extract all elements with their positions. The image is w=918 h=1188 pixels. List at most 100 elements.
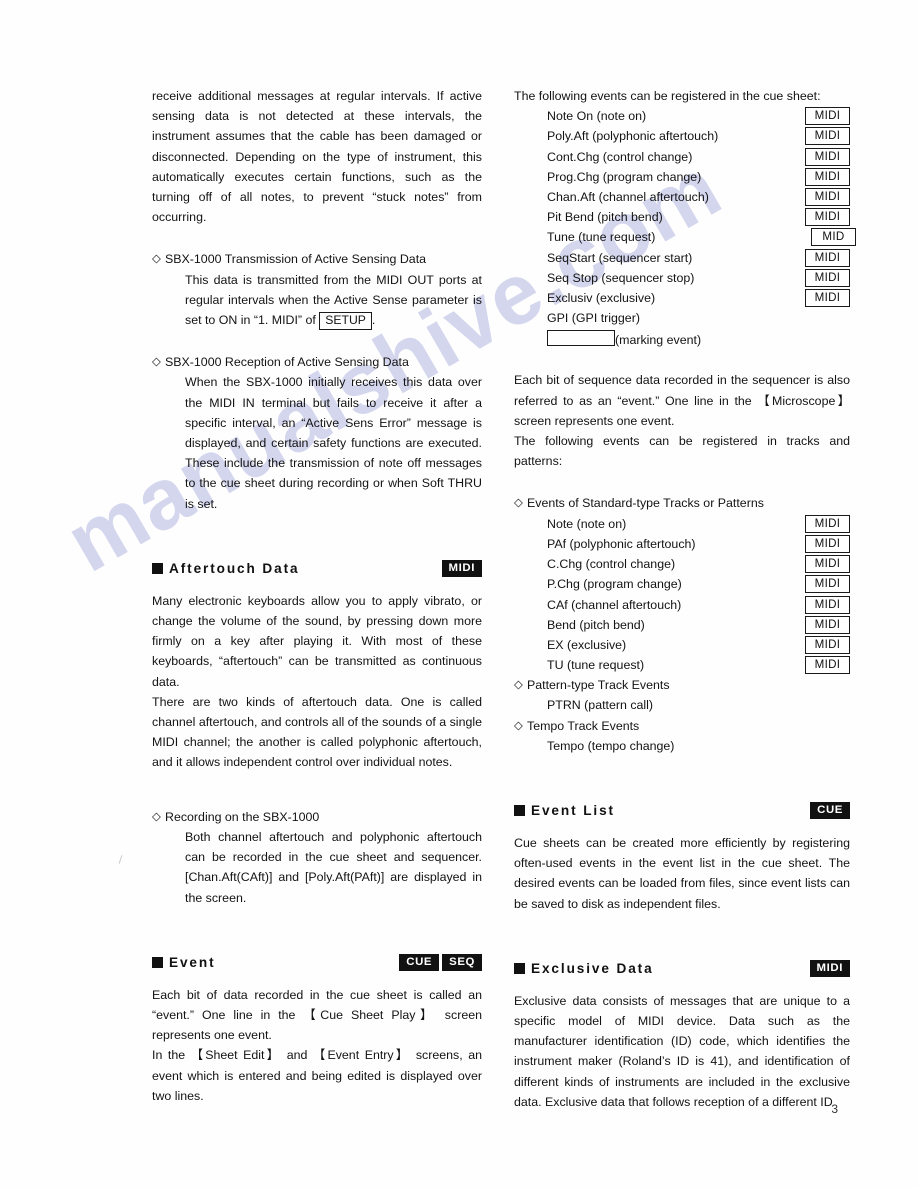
sequencer-paragraph-2: The following events can be registered i… xyxy=(514,434,850,469)
midi-badge: MIDI xyxy=(805,595,850,614)
standard-track-heading-label: Events of Standard-type Tracks or Patter… xyxy=(527,496,764,511)
event-list-item: Seq Stop (sequencer stop) MIDI xyxy=(514,268,850,288)
event-section-heading: Event CUE SEQ xyxy=(152,953,482,972)
track-event-item: Note (note on) MIDI xyxy=(514,514,850,534)
square-bullet-icon xyxy=(152,562,163,574)
event-label: GPI (GPI trigger) xyxy=(547,311,640,326)
empty-input-box[interactable] xyxy=(547,329,615,346)
event-list-item: SeqStart (sequencer start) MIDI xyxy=(514,248,850,268)
exclusive-data-section-heading: Exclusive Data MIDI xyxy=(514,959,850,978)
event-badge-slot: MIDI xyxy=(805,534,850,553)
transmission-body-block: This data is transmitted from the MIDI O… xyxy=(185,270,482,331)
diamond-bullet-icon: ◇ xyxy=(514,497,523,510)
event-label: PAf (polyphonic aftertouch) xyxy=(547,536,696,551)
event-label: TU (tune request) xyxy=(547,658,645,673)
aftertouch-paragraph-1: Many electronic keyboards allow you to a… xyxy=(152,593,482,689)
event-label: Bend (pitch bend) xyxy=(547,617,645,632)
cue-sheet-intro: The following events can be registered i… xyxy=(514,89,821,103)
event-badge-slot: MIDI xyxy=(805,656,850,675)
scan-artifact xyxy=(118,855,123,864)
midi-badge: MIDI xyxy=(809,959,850,977)
event-badge-slot: MIDI xyxy=(805,555,850,574)
event-badge-slot: MIDI xyxy=(805,107,850,126)
midi-badge: MIDI xyxy=(805,635,850,654)
midi-badge: MIDI xyxy=(805,268,850,287)
event-badge-slot: MIDI xyxy=(805,248,850,267)
midi-badge: MIDI xyxy=(805,127,850,146)
midi-badge: MIDI xyxy=(805,288,850,307)
transmission-subheading: ◇ SBX-1000 Transmission of Active Sensing… xyxy=(152,249,482,269)
marking-event-text: (marking event) xyxy=(615,332,702,347)
event-badge-slot: MID xyxy=(811,228,856,247)
exclusive-data-section-title: Exclusive Data xyxy=(531,960,654,976)
event-badge-slot: MIDI xyxy=(805,208,850,227)
midi-badge: MIDI xyxy=(805,534,850,553)
track-event-item: CAf (channel aftertouch) MIDI xyxy=(514,594,850,614)
event-paragraph-2: In the 【Sheet Edit】 and 【Event Entry】 sc… xyxy=(152,1048,482,1103)
event-list-item: Tune (tune request) MID xyxy=(514,227,856,247)
tempo-track-heading: ◇ Tempo Track Events xyxy=(514,716,850,736)
event-list-badge-group: CUE xyxy=(810,801,850,819)
diamond-bullet-icon: ◇ xyxy=(152,253,161,266)
standard-track-heading: ◇ Events of Standard-type Tracks or Patte… xyxy=(514,493,850,513)
midi-badge: MIDI xyxy=(805,575,850,594)
page-number: 3 xyxy=(831,1102,838,1116)
event-list-item: Chan.Aft (channel aftertouch) MIDI xyxy=(514,187,850,207)
event-label: CAf (channel aftertouch) xyxy=(547,597,682,612)
setup-boxed-keyword: SETUP xyxy=(319,312,372,331)
event-label: Prog.Chg (program change) xyxy=(547,169,702,184)
track-event-item: Bend (pitch bend) MIDI xyxy=(514,615,850,635)
recording-subheading: ◇ Recording on the SBX-1000 xyxy=(152,807,482,827)
midi-badge: MIDI xyxy=(805,167,850,186)
exclusive-data-badge-group: MIDI xyxy=(809,959,850,977)
right-text-column: The following events can be registered i… xyxy=(514,86,856,1112)
aftertouch-section-title: Aftertouch Data xyxy=(169,560,300,576)
event-label: C.Chg (control change) xyxy=(547,557,676,572)
midi-badge: MIDI xyxy=(805,615,850,634)
event-list-section-title: Event List xyxy=(531,802,615,818)
event-list-item: Prog.Chg (program change) MIDI xyxy=(514,167,850,187)
event-label: Chan.Aft (channel aftertouch) xyxy=(547,190,709,205)
event-label: Exclusiv (exclusive) xyxy=(547,290,656,305)
pattern-track-heading-label: Pattern-type Track Events xyxy=(527,678,670,693)
event-title-wrap: Event xyxy=(152,955,216,970)
pattern-track-item: PTRN (pattern call) xyxy=(547,698,654,713)
reception-body: When the SBX-1000 initially receives thi… xyxy=(185,375,482,511)
event-badge-slot: MIDI xyxy=(805,615,850,634)
event-list-item: Pit Bend (pitch bend) MIDI xyxy=(514,207,850,227)
event-badge-slot: MIDI xyxy=(805,514,850,533)
midi-badge: MIDI xyxy=(805,656,850,675)
event-label: Pit Bend (pitch bend) xyxy=(547,210,663,225)
aftertouch-badge-group: MIDI xyxy=(441,559,482,577)
event-badge-slot: MIDI xyxy=(805,167,850,186)
track-event-item: PAf (polyphonic aftertouch) MIDI xyxy=(514,534,850,554)
event-list-item: Poly.Aft (polyphonic aftertouch) MIDI xyxy=(514,126,850,146)
event-list-item: Cont.Chg (control change) MIDI xyxy=(514,147,850,167)
event-list-section-heading: Event List CUE xyxy=(514,801,850,820)
tempo-track-heading-label: Tempo Track Events xyxy=(527,718,640,733)
event-list-item: Note On (note on) MIDI xyxy=(514,106,850,126)
tempo-track-item: Tempo (tempo change) xyxy=(547,738,675,753)
event-label: Poly.Aft (polyphonic aftertouch) xyxy=(547,129,719,144)
reception-body-block: When the SBX-1000 initially receives thi… xyxy=(185,372,482,513)
event-list-item: GPI (GPI trigger) xyxy=(514,308,850,328)
midi-badge: MIDI xyxy=(805,107,850,126)
recording-subheading-label: Recording on the SBX-1000 xyxy=(165,809,320,824)
midi-badge: MIDI xyxy=(805,208,850,227)
track-event-item: EX (exclusive) MIDI xyxy=(514,635,850,655)
event-badge-slot: MIDI xyxy=(805,635,850,654)
event-label: P.Chg (program change) xyxy=(547,577,682,592)
aftertouch-section-heading: Aftertouch Data MIDI xyxy=(152,559,482,578)
event-list-title-wrap: Event List xyxy=(514,803,615,818)
event-badge-slot: MIDI xyxy=(805,595,850,614)
event-paragraph-1: Each bit of data recorded in the cue she… xyxy=(152,987,482,1043)
transmission-subheading-label: SBX-1000 Transmission of Active Sensing … xyxy=(165,252,427,267)
reception-subheading: ◇ SBX-1000 Reception of Active Sensing Da… xyxy=(152,352,482,372)
midi-badge: MIDI xyxy=(805,188,850,207)
exclusive-data-title-wrap: Exclusive Data xyxy=(514,961,654,976)
pattern-track-heading: ◇ Pattern-type Track Events xyxy=(514,675,850,695)
event-label: SeqStart (sequencer start) xyxy=(547,250,693,265)
diamond-bullet-icon: ◇ xyxy=(152,356,161,369)
cue-badge: CUE xyxy=(399,953,440,971)
midi-badge: MID xyxy=(811,228,856,247)
